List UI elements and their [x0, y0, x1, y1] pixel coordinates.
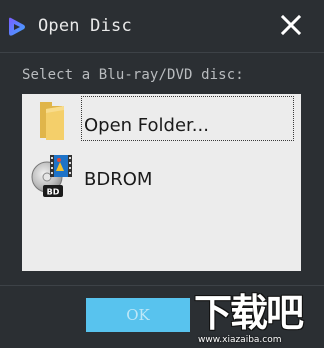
title-separator: [0, 52, 324, 53]
bdrom-label: BDROM: [84, 169, 153, 190]
watermark-url: www.xiazaiba.com: [198, 335, 282, 345]
watermark-logo-text: 下载吧: [194, 291, 304, 335]
disc-list[interactable]: Open Folder... BDROM BD: [22, 94, 301, 271]
title-bar[interactable]: Open Disc: [0, 0, 324, 52]
ok-button[interactable]: OK: [86, 298, 190, 332]
list-item-open-folder[interactable]: Open Folder...: [22, 94, 301, 146]
folder-icon: [40, 102, 64, 140]
dialog-title: Open Disc: [38, 16, 132, 36]
bd-badge-text: BD: [47, 188, 60, 197]
open-disc-dialog: Open Disc Select a Blu-ray/DVD disc: Ope…: [0, 0, 324, 348]
open-folder-label: Open Folder...: [84, 115, 209, 136]
footer-separator: [0, 285, 324, 286]
select-disc-prompt: Select a Blu-ray/DVD disc:: [22, 67, 244, 83]
play-logo-icon: [9, 17, 25, 36]
watermark: 下载吧 www.xiazaiba.com: [188, 290, 322, 348]
close-icon[interactable]: [279, 13, 303, 37]
bd-disc-icon: BD: [31, 155, 72, 197]
